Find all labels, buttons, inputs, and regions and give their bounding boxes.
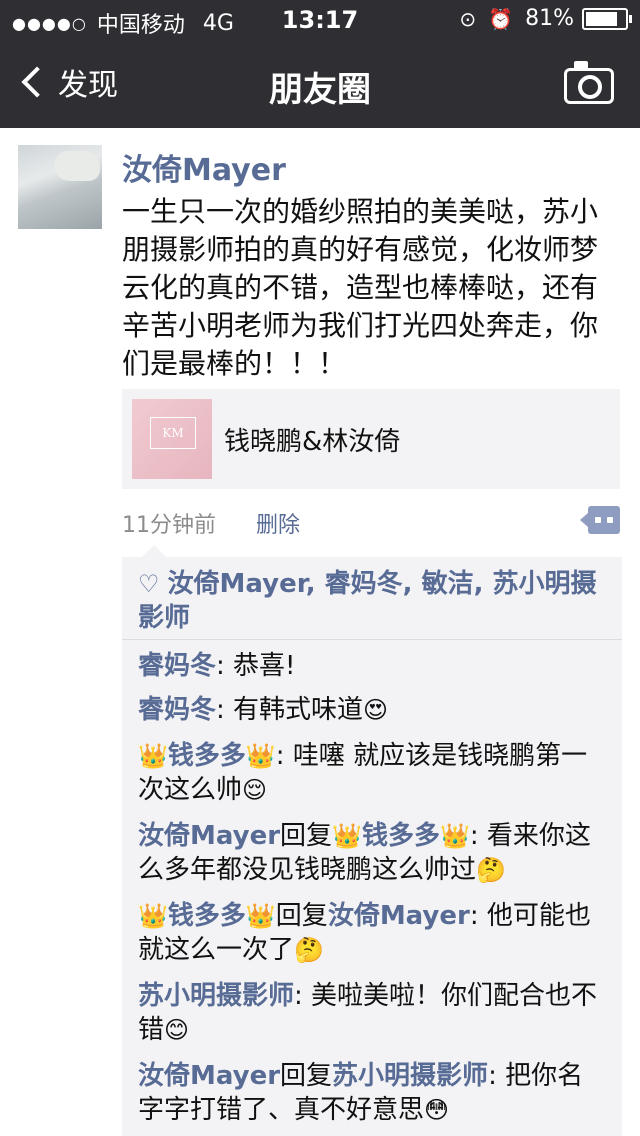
comment-author[interactable]: 👑钱多多👑 (138, 741, 276, 771)
status-bar: ●●●●○ 中国移动 4G 13:17 ⊙ ⏰ 81% (0, 0, 640, 40)
delete-button[interactable]: 删除 (256, 507, 300, 539)
flushed-emoji-icon: 😳 (424, 1096, 450, 1124)
crown-icon: 👑 (332, 822, 362, 850)
rotation-lock-icon: ⊙ (459, 6, 477, 31)
battery-icon (582, 7, 632, 30)
more-actions-button[interactable] (580, 506, 620, 534)
comment-reply-target[interactable]: 👑钱多多👑 (332, 821, 470, 851)
more-dot-icon (595, 517, 601, 523)
heart-eyes-emoji-icon: 😍 (363, 696, 389, 724)
reply-word: 回复 (280, 821, 333, 851)
likes-names[interactable]: 汝倚Mayer, 睿妈冬, 敏洁, 苏小明摄影师 (138, 569, 597, 633)
comment-item[interactable]: 👑钱多多👑回复汝倚Mayer: 他可能也就这么一次了🤔 (138, 899, 608, 967)
battery-tip (629, 14, 632, 23)
comment-author-name: 钱多多 (167, 901, 246, 931)
comment-author[interactable]: 汝倚Mayer (138, 821, 280, 851)
page-title: 朋友圈 (269, 70, 371, 110)
crown-icon: 👑 (245, 742, 276, 770)
top-bar: ●●●●○ 中国移动 4G 13:17 ⊙ ⏰ 81% 发现 朋友圈 (0, 0, 640, 128)
comment-author[interactable]: 苏小明摄影师 (138, 981, 294, 1011)
likes-list: ♡ 汝倚Mayer, 睿妈冬, 敏洁, 苏小明摄影师 (138, 567, 608, 635)
post-time: 11分钟前 (122, 513, 216, 538)
camera-lens (578, 75, 602, 99)
smiling-emoji-icon: 😊 (164, 1016, 190, 1044)
avatar[interactable] (18, 145, 102, 229)
nav-bar: 发现 朋友圈 (0, 40, 640, 128)
comment-item[interactable]: 苏小明摄影师: 美啦美啦！你们配合也不错😊 (138, 979, 608, 1047)
crown-icon: 👑 (138, 902, 168, 930)
comment-reply-target[interactable]: 苏小明摄影师 (332, 1061, 488, 1091)
battery-percent: 81% (525, 6, 574, 31)
reply-word: 回复 (280, 1061, 333, 1091)
comment-item[interactable]: 汝倚Mayer回复👑钱多多👑: 看来你这么多年都没见钱晓鹏这么帅过🤔 (138, 819, 608, 887)
crown-icon: 👑 (138, 742, 168, 770)
thumbnail-logo: KM (150, 417, 196, 449)
thinking-emoji-icon: 🤔 (476, 856, 506, 884)
interactions-box: ♡ 汝倚Mayer, 睿妈冬, 敏洁, 苏小明摄影师 睿妈冬: 恭喜! 睿妈冬: … (122, 545, 622, 1136)
reply-word: 回复 (275, 901, 328, 931)
alarm-icon: ⏰ (488, 6, 514, 31)
shared-link-card[interactable]: KM 钱晓鹏&林汝倚 (122, 389, 620, 489)
comment-author[interactable]: 汝倚Mayer (138, 1061, 280, 1091)
comment-author[interactable]: 睿妈冬 (138, 651, 216, 681)
shared-link-title: 钱晓鹏&林汝倚 (224, 427, 401, 457)
reply-target-name: 钱多多 (361, 821, 440, 851)
comment-author[interactable]: 👑钱多多👑 (138, 901, 276, 931)
comment-text: : 有韩式味道 (216, 695, 364, 725)
comment-reply-target[interactable]: 汝倚Mayer (328, 901, 470, 931)
battery-fill (586, 11, 617, 26)
status-right: ⊙ ⏰ 81% (459, 6, 632, 31)
relieved-emoji-icon: 😌 (242, 776, 268, 804)
heart-icon: ♡ (138, 570, 160, 598)
avatar-image-detail (54, 151, 100, 181)
comment-item[interactable]: 睿妈冬: 恭喜! (138, 649, 608, 683)
post-author[interactable]: 汝倚Mayer (122, 145, 286, 189)
thinking-emoji-icon: 🤔 (294, 936, 324, 964)
comment-author[interactable]: 睿妈冬 (138, 695, 216, 725)
comment-item[interactable]: 👑钱多多👑: 哇噻 就应该是钱晓鹏第一次这么帅😌 (138, 739, 608, 807)
shared-link-thumbnail: KM (132, 399, 212, 479)
camera-icon[interactable] (564, 61, 614, 104)
crown-icon: 👑 (439, 822, 470, 850)
more-dot-icon (607, 517, 613, 523)
comment-author-name: 钱多多 (167, 741, 246, 771)
divider (122, 639, 622, 640)
comment-item[interactable]: 汝倚Mayer回复苏小明摄影师: 把你名字字打错了、真不好意思😳 (138, 1059, 608, 1127)
comment-item[interactable]: 睿妈冬: 有韩式味道😍 (138, 693, 608, 727)
crown-icon: 👑 (245, 902, 276, 930)
comment-text: : 恭喜! (216, 651, 296, 681)
post-text: 一生只一次的婚纱照拍的美美哒，苏小朋摄影师拍的真的好有感觉，化妆师梦云化的真的不… (122, 195, 599, 380)
